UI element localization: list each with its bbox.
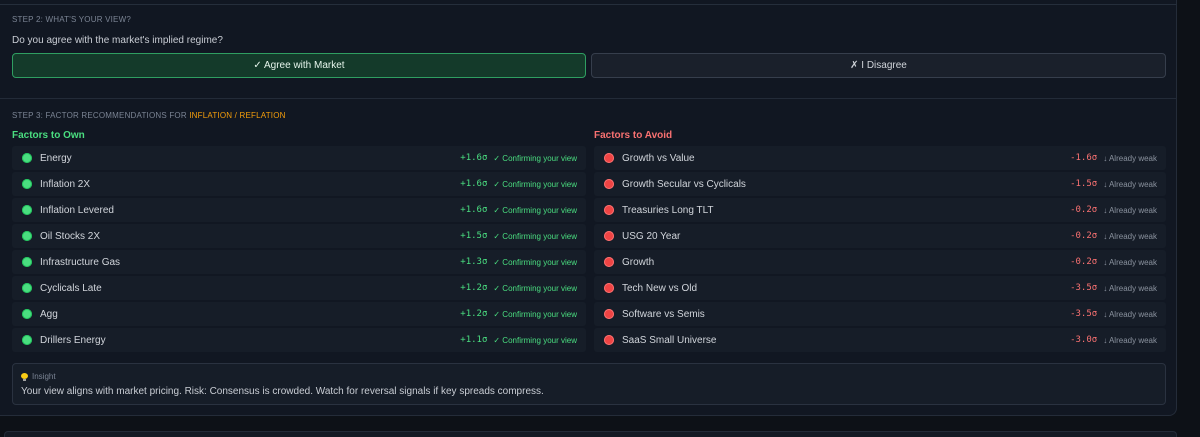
factor-sigma: +1.2σ <box>460 309 488 319</box>
regime-question: Do you agree with the market's implied r… <box>12 35 223 46</box>
factor-name: SaaS Small Universe <box>622 334 717 346</box>
factor-sigma: -0.2σ <box>1070 231 1098 241</box>
avoid-factor-row[interactable]: Growth vs Value -1.6σ ↓ Already weak <box>594 146 1166 170</box>
positive-dot-icon <box>22 257 32 267</box>
own-factor-row[interactable]: Agg +1.2σ ✓ Confirming your view <box>12 302 586 326</box>
factor-name: Infrastructure Gas <box>40 256 121 268</box>
factor-name: Software vs Semis <box>622 308 705 320</box>
factor-sigma: -1.5σ <box>1070 179 1098 189</box>
negative-dot-icon <box>604 231 614 241</box>
own-factor-row[interactable]: Cyclicals Late +1.2σ ✓ Confirming your v… <box>12 276 586 300</box>
own-factor-row[interactable]: Oil Stocks 2X +1.5σ ✓ Confirming your vi… <box>12 224 586 248</box>
lightbulb-icon <box>21 372 28 381</box>
insight-text: Your view aligns with market pricing. Ri… <box>21 386 544 397</box>
avoid-factor-row[interactable]: Tech New vs Old -3.5σ ↓ Already weak <box>594 276 1166 300</box>
next-panel-edge <box>4 431 1177 437</box>
negative-dot-icon <box>604 283 614 293</box>
own-factor-row[interactable]: Energy +1.6σ ✓ Confirming your view <box>12 146 586 170</box>
factor-sigma: +1.3σ <box>460 257 488 267</box>
negative-dot-icon <box>604 335 614 345</box>
factor-sigma: +1.6σ <box>460 179 488 189</box>
factor-name: Tech New vs Old <box>622 282 698 294</box>
positive-dot-icon <box>22 309 32 319</box>
negative-dot-icon <box>604 257 614 267</box>
step2-label: STEP 2: WHAT'S YOUR VIEW? <box>12 15 131 24</box>
factor-sigma: -1.6σ <box>1070 153 1098 163</box>
avoid-factor-row[interactable]: Growth -0.2σ ↓ Already weak <box>594 250 1166 274</box>
positive-dot-icon <box>22 283 32 293</box>
factor-name: Cyclicals Late <box>40 282 102 294</box>
positive-dot-icon <box>22 231 32 241</box>
factors-to-own-heading: Factors to Own <box>12 130 85 141</box>
factor-status: ↓ Already weak <box>1103 153 1157 163</box>
factor-status: ✓ Confirming your view <box>493 179 577 189</box>
factor-sigma: -3.0σ <box>1070 335 1098 345</box>
insight-label: Insight <box>32 372 56 381</box>
negative-dot-icon <box>604 153 614 163</box>
positive-dot-icon <box>22 335 32 345</box>
step3-label: STEP 3: FACTOR RECOMMENDATIONS FOR INFLA… <box>12 111 286 120</box>
avoid-factor-row[interactable]: SaaS Small Universe -3.0σ ↓ Already weak <box>594 328 1166 352</box>
factor-name: USG 20 Year <box>622 230 681 242</box>
disagree-button[interactable]: ✗ I Disagree <box>591 53 1166 78</box>
view-panel: STEP 2: WHAT'S YOUR VIEW? Do you agree w… <box>0 0 1177 416</box>
factor-name: Growth Secular vs Cyclicals <box>622 178 746 190</box>
insight-label-row: Insight <box>21 372 56 381</box>
own-factor-row[interactable]: Inflation Levered +1.6σ ✓ Confirming you… <box>12 198 586 222</box>
panel-top-divider <box>0 4 1177 5</box>
factor-sigma: -0.2σ <box>1070 257 1098 267</box>
positive-dot-icon <box>22 153 32 163</box>
factor-name: Energy <box>40 152 72 164</box>
factor-sigma: -3.5σ <box>1070 309 1098 319</box>
factor-name: Growth <box>622 256 655 268</box>
positive-dot-icon <box>22 205 32 215</box>
factor-sigma: +1.2σ <box>460 283 488 293</box>
factor-sigma: +1.6σ <box>460 153 488 163</box>
agree-with-market-button[interactable]: ✓ Agree with Market <box>12 53 586 78</box>
factor-name: Inflation 2X <box>40 178 91 190</box>
factor-status: ↓ Already weak <box>1103 231 1157 241</box>
factor-name: Inflation Levered <box>40 204 114 216</box>
own-factor-row[interactable]: Drillers Energy +1.1σ ✓ Confirming your … <box>12 328 586 352</box>
avoid-factor-row[interactable]: Software vs Semis -3.5σ ↓ Already weak <box>594 302 1166 326</box>
factor-name: Agg <box>40 308 58 320</box>
avoid-factor-row[interactable]: Treasuries Long TLT -0.2σ ↓ Already weak <box>594 198 1166 222</box>
step3-label-prefix: STEP 3: FACTOR RECOMMENDATIONS FOR <box>12 111 190 120</box>
factor-status: ↓ Already weak <box>1103 309 1157 319</box>
factor-sigma: -3.5σ <box>1070 283 1098 293</box>
negative-dot-icon <box>604 179 614 189</box>
factor-status: ✓ Confirming your view <box>493 153 577 163</box>
factor-status: ↓ Already weak <box>1103 335 1157 345</box>
positive-dot-icon <box>22 179 32 189</box>
factor-sigma: +1.5σ <box>460 231 488 241</box>
regime-name: INFLATION / REFLATION <box>189 111 286 120</box>
negative-dot-icon <box>604 205 614 215</box>
factor-sigma: +1.6σ <box>460 205 488 215</box>
factor-status: ✓ Confirming your view <box>493 257 577 267</box>
negative-dot-icon <box>604 309 614 319</box>
section-divider <box>0 98 1177 99</box>
factor-status: ↓ Already weak <box>1103 179 1157 189</box>
insight-box: Insight Your view aligns with market pri… <box>12 363 1166 405</box>
factor-name: Drillers Energy <box>40 334 106 346</box>
own-factor-row[interactable]: Inflation 2X +1.6σ ✓ Confirming your vie… <box>12 172 586 196</box>
factor-status: ↓ Already weak <box>1103 283 1157 293</box>
avoid-factor-row[interactable]: Growth Secular vs Cyclicals -1.5σ ↓ Alre… <box>594 172 1166 196</box>
factor-status: ✓ Confirming your view <box>493 335 577 345</box>
factor-status: ✓ Confirming your view <box>493 205 577 215</box>
factor-status: ✓ Confirming your view <box>493 309 577 319</box>
factor-status: ↓ Already weak <box>1103 205 1157 215</box>
factor-sigma: +1.1σ <box>460 335 488 345</box>
factor-sigma: -0.2σ <box>1070 205 1098 215</box>
factor-status: ↓ Already weak <box>1103 257 1157 267</box>
factor-name: Oil Stocks 2X <box>40 230 101 242</box>
avoid-factor-row[interactable]: USG 20 Year -0.2σ ↓ Already weak <box>594 224 1166 248</box>
factor-name: Growth vs Value <box>622 152 695 164</box>
factor-status: ✓ Confirming your view <box>493 231 577 241</box>
factors-to-avoid-heading: Factors to Avoid <box>594 130 673 141</box>
factor-name: Treasuries Long TLT <box>622 204 714 216</box>
own-factor-row[interactable]: Infrastructure Gas +1.3σ ✓ Confirming yo… <box>12 250 586 274</box>
factor-status: ✓ Confirming your view <box>493 283 577 293</box>
